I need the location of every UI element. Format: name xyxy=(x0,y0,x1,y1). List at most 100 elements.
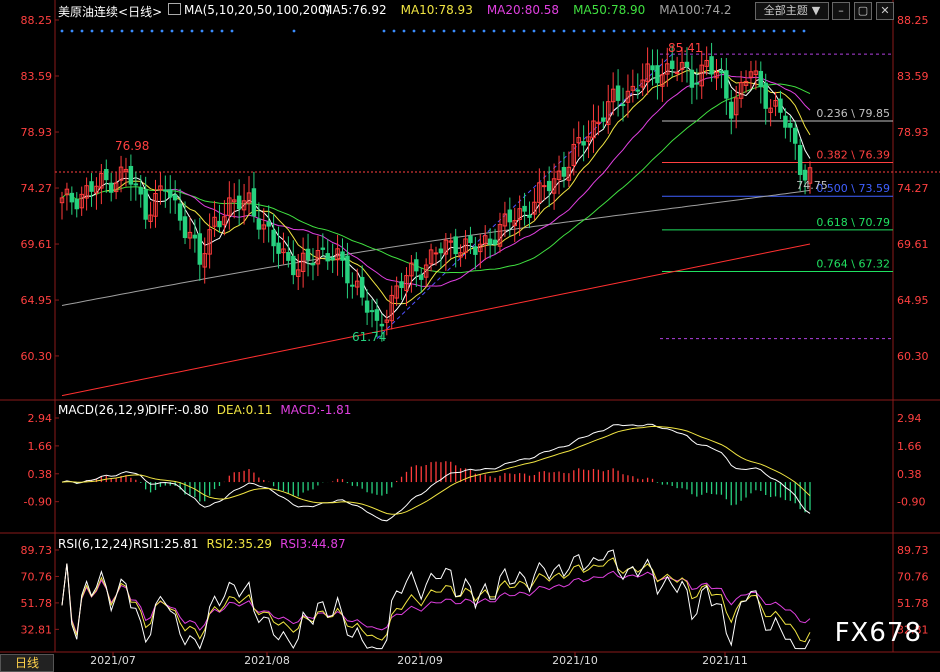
signal-dot xyxy=(432,29,436,33)
signal-dot xyxy=(612,29,616,33)
indicator-value: MA5:76.92 xyxy=(322,3,387,17)
candle-down xyxy=(364,300,370,313)
candle-down xyxy=(635,89,640,92)
period-label: 日线 xyxy=(128,5,153,19)
candle-down xyxy=(655,65,660,84)
signal-dot xyxy=(190,29,194,33)
macd-tick-left: 0.38 xyxy=(28,468,53,481)
low-label: 61.74 xyxy=(352,330,386,344)
candle-down xyxy=(177,203,183,221)
chart-root: 88.25 88.25 83.59 83.59 78.93 78.93 74.27 74.27… xyxy=(0,0,940,672)
restore-icon[interactable]: ▢ xyxy=(854,2,872,20)
ma-values: MA5:76.92 MA10:78.93 MA20:80.58 MA50:78.90 M… xyxy=(322,3,746,17)
indicator-value: DIFF:-0.80 xyxy=(148,403,209,417)
signal-dot xyxy=(492,29,496,33)
period-tab[interactable]: 日线 xyxy=(0,654,54,672)
signal-dot xyxy=(200,29,204,33)
signal-dot xyxy=(552,29,556,33)
price-tick-left: 69.61 xyxy=(21,238,53,251)
close-icon[interactable]: ✕ xyxy=(876,2,894,20)
signal-dot xyxy=(802,29,806,33)
indicator-value: RSI2:35.29 xyxy=(206,537,273,551)
price-tick-left: 83.59 xyxy=(21,70,53,83)
candle-down xyxy=(320,247,326,250)
candle-down xyxy=(271,229,276,247)
signal-dot xyxy=(170,29,174,33)
rsi-tick-right: 70.76 xyxy=(897,570,929,583)
macd-title: MACD(26,12,9) xyxy=(58,403,150,417)
indicator-value: MA10:78.93 xyxy=(400,3,473,17)
rsi-title: RSI(6,12,24) xyxy=(58,537,133,551)
ma-icon xyxy=(168,3,181,15)
theme-select-button[interactable]: 全部主题 ▼ xyxy=(755,2,829,20)
candle-down xyxy=(350,284,355,287)
candle-down xyxy=(729,101,734,119)
signal-dot xyxy=(752,29,756,33)
candle-down xyxy=(266,221,271,227)
candle-down xyxy=(581,141,586,146)
indicator-value: MA20:80.58 xyxy=(486,3,560,17)
symbol-title: 美原油连续<日线> xyxy=(58,5,163,19)
chevron-down-icon: ▼ xyxy=(811,4,821,17)
signal-dot xyxy=(712,29,716,33)
candle-down xyxy=(192,234,198,239)
candle-down xyxy=(669,60,675,69)
fib-label: 0.236 \ 79.85 xyxy=(816,107,890,120)
candle-down xyxy=(601,117,606,122)
candle-down xyxy=(473,246,478,255)
signal-dot xyxy=(772,29,776,33)
fib-label: 0.382 \ 76.39 xyxy=(816,149,890,162)
rsi1-line xyxy=(61,549,811,650)
candle-down xyxy=(286,252,291,261)
signal-dot xyxy=(662,29,666,33)
high-label: 85.41 xyxy=(668,41,702,55)
indicator-value: DEA:0.11 xyxy=(216,403,273,417)
signal-dot xyxy=(722,29,726,33)
price-tick-right: 69.61 xyxy=(897,238,929,251)
candle-down xyxy=(340,251,345,261)
signal-dot xyxy=(130,29,134,33)
rsi-tick-left: 89.73 xyxy=(21,544,53,557)
signal-dot xyxy=(60,29,64,33)
rsi2-line xyxy=(61,557,811,643)
candle-down xyxy=(522,205,527,212)
signal-dot xyxy=(672,29,676,33)
signal-dot xyxy=(412,29,416,33)
signal-dot xyxy=(472,29,476,33)
signal-dot xyxy=(742,29,746,33)
ma50-line xyxy=(61,83,811,274)
macd-tick-right: 0.38 xyxy=(897,468,922,481)
signal-dot xyxy=(180,29,184,33)
signal-dot xyxy=(392,29,396,33)
rsi-values: RSI1:25.81 RSI2:35.29 RSI3:44.87 xyxy=(133,537,354,551)
macd-tick-right: -0.90 xyxy=(897,496,925,509)
signal-dot xyxy=(682,29,686,33)
candle-down xyxy=(763,82,768,109)
signal-dot xyxy=(100,29,104,33)
rsi-tick-left: 70.76 xyxy=(21,570,53,583)
candle-down xyxy=(217,220,222,228)
candle-down xyxy=(143,189,148,220)
price-tick-right: 74.27 xyxy=(897,182,929,195)
ma10-line xyxy=(106,69,811,305)
watermark-logo: FX678 xyxy=(834,618,922,648)
price-tick-left: 60.30 xyxy=(21,350,53,363)
signal-dot xyxy=(150,29,154,33)
signal-dot xyxy=(702,29,706,33)
signal-dot xyxy=(762,29,766,33)
signal-dot xyxy=(622,29,626,33)
signal-dot xyxy=(220,29,224,33)
price-tick-right: 78.93 xyxy=(897,126,929,139)
candle-down xyxy=(133,183,139,186)
candle-down xyxy=(561,167,567,177)
candle-down xyxy=(684,61,690,68)
signal-dot xyxy=(422,29,426,33)
price-tick-right: 88.25 xyxy=(897,14,929,27)
indicator-value: RSI3:44.87 xyxy=(280,537,346,551)
signal-dot xyxy=(90,29,94,33)
signal-dot xyxy=(572,29,576,33)
indicator-value: MA50:78.90 xyxy=(573,3,646,17)
minimize-icon[interactable]: – xyxy=(832,2,850,20)
left-high-label: 76.98 xyxy=(115,139,149,153)
candle-down xyxy=(369,310,375,313)
